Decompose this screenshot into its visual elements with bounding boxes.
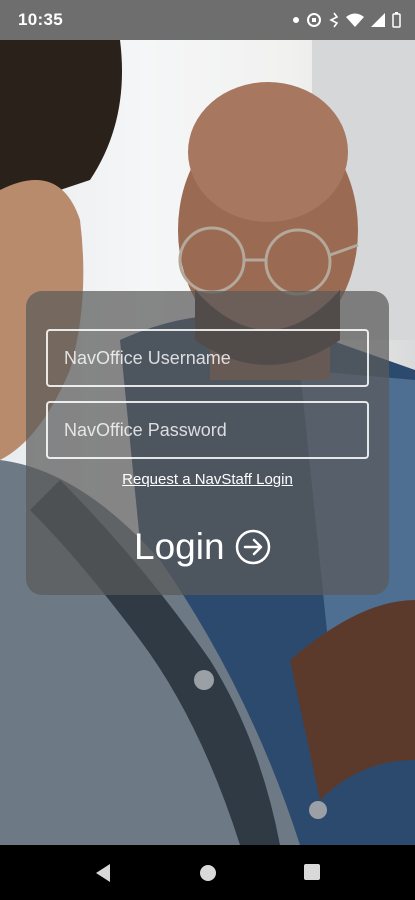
- request-login-link[interactable]: Request a NavStaff Login: [26, 471, 389, 488]
- navigation-bar: [0, 845, 415, 900]
- dot-icon: [293, 17, 299, 23]
- recents-icon[interactable]: [303, 863, 321, 881]
- wifi-icon: [346, 13, 364, 27]
- arrow-right-circle-icon: [235, 529, 270, 565]
- back-icon[interactable]: [94, 863, 112, 883]
- status-icons: [293, 12, 401, 28]
- login-label: Login: [134, 526, 225, 567]
- home-icon[interactable]: [198, 863, 218, 883]
- data-saver-icon: [307, 13, 321, 27]
- status-time: 10:35: [18, 10, 63, 29]
- signal-icon: [371, 13, 385, 27]
- vibrate-icon: [329, 12, 339, 28]
- login-button[interactable]: Login: [134, 519, 284, 575]
- login-card: Request a NavStaff Login Login: [26, 291, 389, 595]
- username-input[interactable]: [46, 329, 369, 387]
- password-input[interactable]: [46, 401, 369, 459]
- battery-icon: [392, 12, 401, 28]
- status-bar: 10:35: [0, 0, 415, 40]
